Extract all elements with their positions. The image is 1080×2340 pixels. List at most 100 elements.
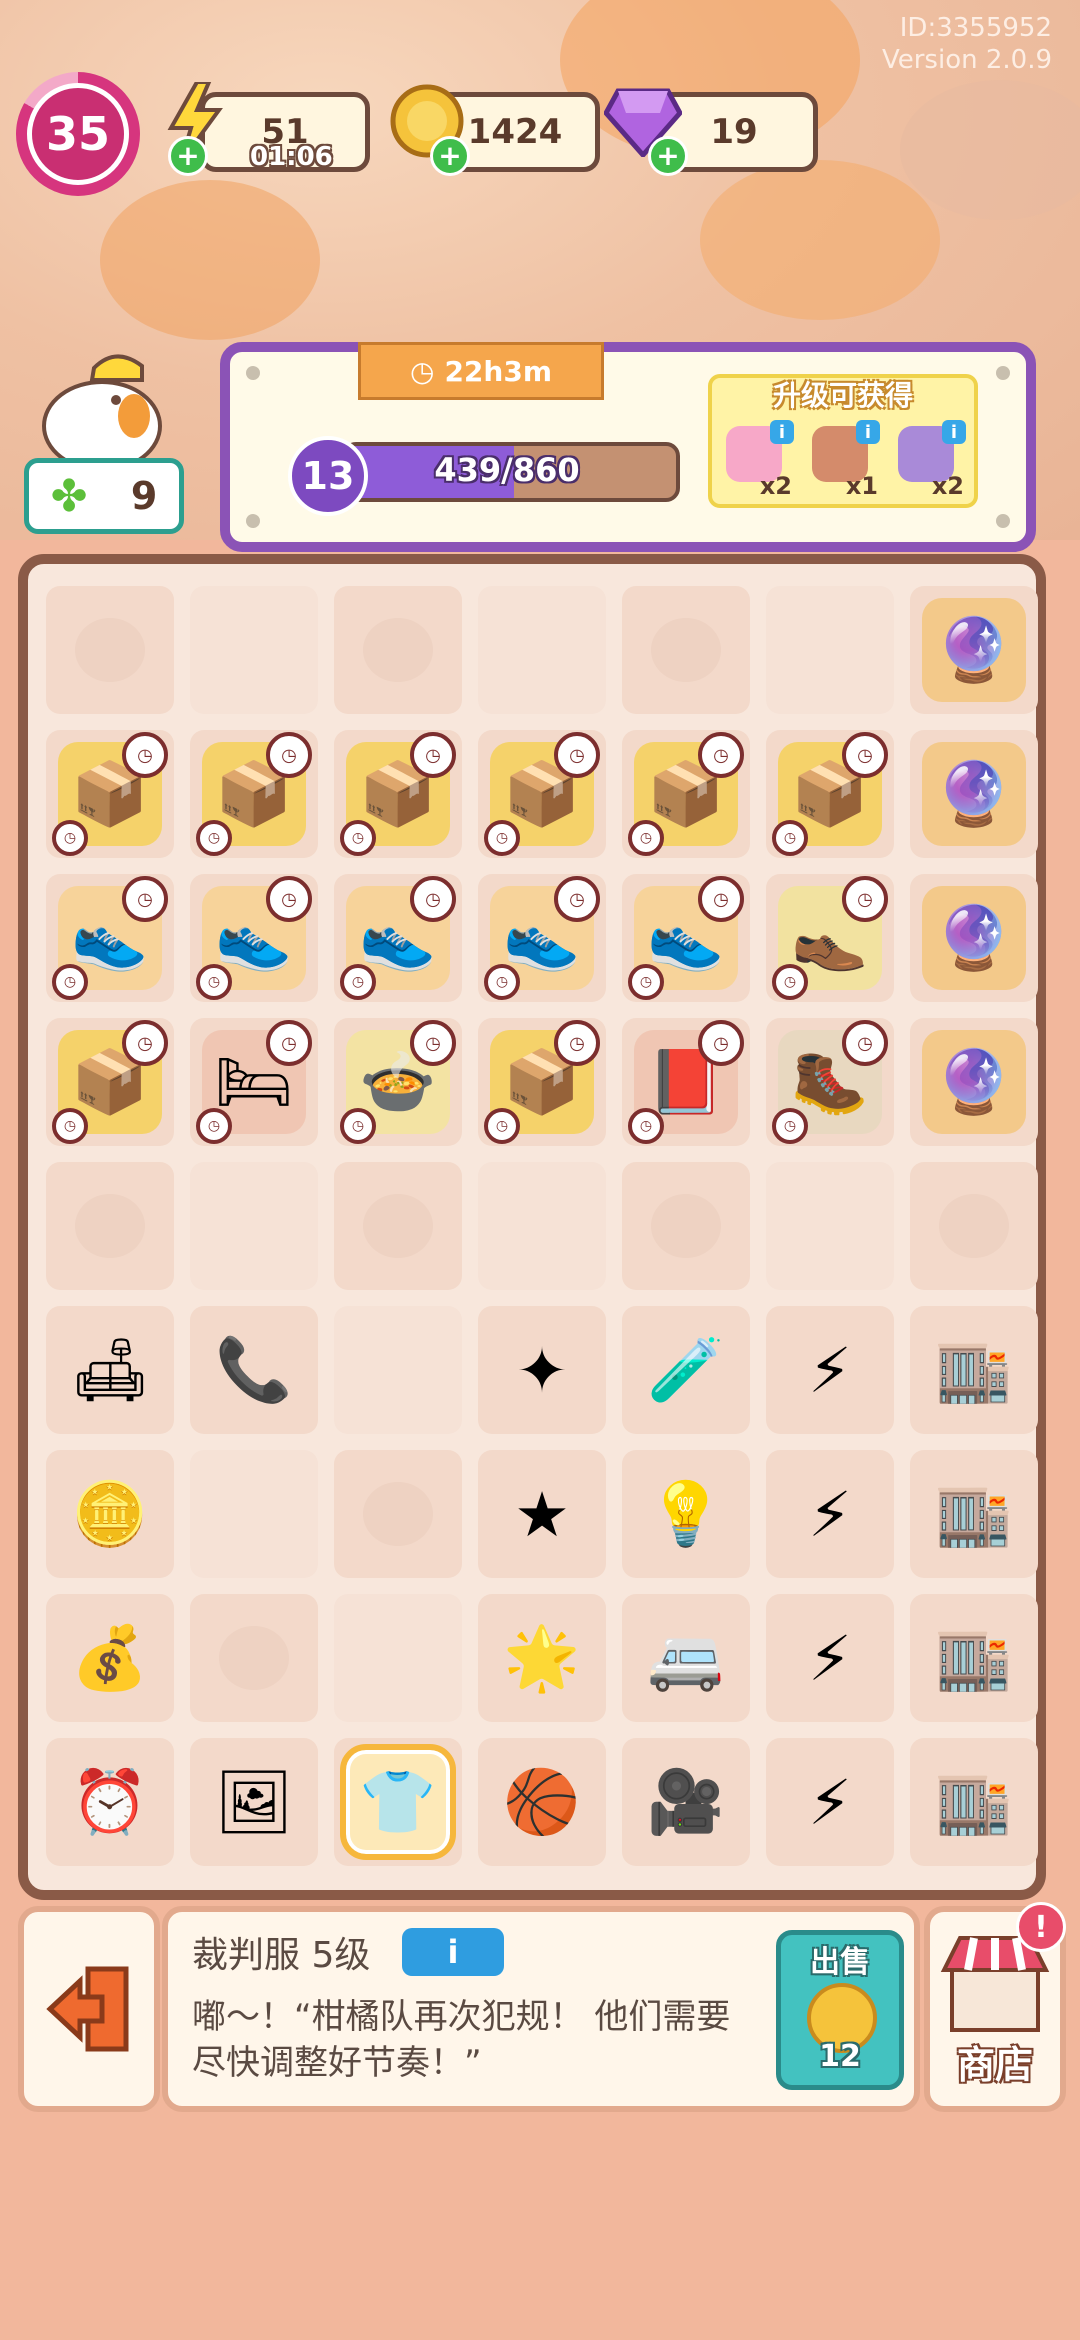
board-cell-shoebox[interactable]: 📦 ◷ ◷ [478, 730, 606, 858]
placeholder-icon [651, 618, 721, 682]
shoebox-icon: 📦 ◷ ◷ [772, 732, 888, 856]
board-cell-building[interactable]: 🏬 [910, 1450, 1038, 1578]
board-cell-digital-clock[interactable]: ⏰ [46, 1738, 174, 1866]
board-cell-shoebox[interactable]: 📦 ◷ ◷ [190, 730, 318, 858]
sneakers-icon: 👟 ◷ ◷ [628, 876, 744, 1000]
building-icon: 🏬 [922, 1606, 1026, 1710]
board-cell-energy-crystal[interactable]: ⚡ [766, 1594, 894, 1722]
exit-button[interactable] [18, 1906, 160, 2112]
board-cell-energy-crystal[interactable]: ⚡ [766, 1306, 894, 1434]
small-clock-icon: ◷ [484, 820, 520, 856]
xp-progress-text: 439/860 [434, 451, 580, 489]
sell-button[interactable]: 出售 12 [776, 1930, 904, 2090]
timer-clock-icon: ◷ [554, 876, 600, 922]
board-cell-worn-sneaker[interactable]: 👞 ◷ ◷ [766, 874, 894, 1002]
shop-button[interactable]: 商店 ! [924, 1902, 1066, 2112]
board-cell-energy-crystal[interactable]: ⚡ [766, 1450, 894, 1578]
glass-dome-generator-icon: 🔮 [922, 886, 1026, 990]
board-cell-building[interactable]: 🏬 [910, 1306, 1038, 1434]
board-cell-shoebox[interactable]: 📦 ◷ ◷ [478, 1018, 606, 1146]
small-star-icon: ✦ [490, 1318, 594, 1422]
board-cell-shoebox[interactable]: 📦 ◷ ◷ [46, 730, 174, 858]
player-avatar[interactable] [30, 340, 170, 472]
gem-value: 19 [710, 112, 758, 152]
timer-clock-icon: ◷ [122, 732, 168, 778]
board-cell-basketball[interactable]: 🏀 [478, 1738, 606, 1866]
video-camera-icon: 🎥 [634, 1750, 738, 1854]
exit-icon [46, 1966, 129, 2052]
coin-pile-icon: 💰 [58, 1606, 162, 1710]
add-energy-button[interactable]: + [168, 136, 208, 176]
board-cell-empty [46, 1162, 174, 1290]
board-cell-sneakers[interactable]: 👟 ◷ ◷ [478, 874, 606, 1002]
board-cell-glass-dome-generator[interactable]: 🔮 [910, 874, 1038, 1002]
event-timer: 22h3m [444, 354, 552, 388]
level-progress-panel: ◷ 22h3m 439/860 13 升级可获得 i x2 i x1 i x2 [220, 342, 1036, 552]
board-cell-small-star[interactable]: ✦ [478, 1306, 606, 1434]
board-cell-energy-crystal[interactable]: ⚡ [766, 1738, 894, 1866]
board-cell-armchair[interactable]: 🛋 [46, 1306, 174, 1434]
board-cell-sneakers[interactable]: 👟 ◷ ◷ [622, 874, 750, 1002]
merge-board: 🔮 📦 ◷ ◷ 📦 ◷ ◷ 📦 ◷ ◷ 📦 ◷ ◷ 📦 ◷ ◷ 📦 ◷ ◷ 🔮 👟 ◷ ◷ 👟 ◷ ◷ 👟 ◷ ◷ 👟 ◷ ◷ 👟 ◷ ◷ 👞 ◷ ◷ 🔮 📦… [18, 554, 1046, 1900]
board-cell-referee-shirt[interactable]: 👕 [334, 1738, 462, 1866]
placeholder-icon [75, 618, 145, 682]
board-cell-sneakers[interactable]: 👟 ◷ ◷ [190, 874, 318, 1002]
board-cell-building[interactable]: 🏬 [910, 1738, 1038, 1866]
timer-clock-icon: ◷ [698, 876, 744, 922]
board-cell-glass-dome-generator[interactable]: 🔮 [910, 1018, 1038, 1146]
board-cell-building[interactable]: 🏬 [910, 1594, 1038, 1722]
player-id: ID:3355952 [899, 13, 1052, 43]
board-cell-shoebox[interactable]: 📦 ◷ ◷ [46, 1018, 174, 1146]
level-number: 35 [27, 83, 129, 185]
board-cell-light-bulb[interactable]: 💡 [622, 1450, 750, 1578]
sell-value: 12 [819, 2039, 861, 2074]
board-cell-glass-dome-generator[interactable]: 🔮 [910, 730, 1038, 858]
sneakers-icon: 👟 ◷ ◷ [196, 876, 312, 1000]
reward-character[interactable]: i x2 [892, 420, 966, 500]
board-cell-big-star[interactable]: 🌟 [478, 1594, 606, 1722]
board-cell-glass-dome-generator[interactable]: 🔮 [910, 586, 1038, 714]
timer-clock-icon: ◷ [122, 1020, 168, 1066]
board-cell-potion-bottle[interactable]: 🧪 [622, 1306, 750, 1434]
version-label: Version 2.0.9 [881, 45, 1052, 75]
placeholder-icon [75, 1194, 145, 1258]
worn-sneaker-icon: 👞 ◷ ◷ [772, 876, 888, 1000]
board-cell-shoebox[interactable]: 📦 ◷ ◷ [334, 730, 462, 858]
info-icon[interactable]: i [856, 420, 880, 444]
add-coins-button[interactable]: + [430, 136, 470, 176]
board-cell-red-book[interactable]: 📕 ◷ ◷ [622, 1018, 750, 1146]
basketball-icon: 🏀 [490, 1750, 594, 1854]
small-clock-icon: ◷ [340, 1108, 376, 1144]
info-icon[interactable]: i [770, 420, 794, 444]
board-cell-bed[interactable]: 🛏 ◷ ◷ [190, 1018, 318, 1146]
board-cell-coin-pile[interactable]: 💰 [46, 1594, 174, 1722]
timer-clock-icon: ◷ [698, 732, 744, 778]
board-cell-star[interactable]: ★ [478, 1450, 606, 1578]
small-clock-icon: ◷ [484, 964, 520, 1000]
info-icon[interactable]: i [942, 420, 966, 444]
food-plate-icon: 🍲 ◷ ◷ [340, 1020, 456, 1144]
small-clock-icon: ◷ [196, 964, 232, 1000]
board-cell-shoebox[interactable]: 📦 ◷ ◷ [766, 730, 894, 858]
player-level-badge[interactable]: 35 [16, 72, 140, 196]
board-cell-empty [334, 1306, 462, 1434]
add-gems-button[interactable]: + [648, 136, 688, 176]
item-description: 嘟～！“柑橘队再次犯规！ 他们需要尽快调整好节奏！” [192, 1997, 731, 2083]
board-cell-sneakers[interactable]: 👟 ◷ ◷ [46, 874, 174, 1002]
board-cell-video-camera[interactable]: 🎥 [622, 1738, 750, 1866]
board-cell-empty [622, 1162, 750, 1290]
board-cell-easel[interactable]: 🖼 [190, 1738, 318, 1866]
board-cell-coin-stack[interactable]: 🪙 [46, 1450, 174, 1578]
reward-brain[interactable]: i x2 [720, 420, 794, 500]
board-cell-food-plate[interactable]: 🍲 ◷ ◷ [334, 1018, 462, 1146]
level-up-rewards[interactable]: 升级可获得 i x2 i x1 i x2 [708, 374, 978, 508]
board-cell-shoebox[interactable]: 📦 ◷ ◷ [622, 730, 750, 858]
board-cell-van[interactable]: 🚐 [622, 1594, 750, 1722]
board-cell-telephone[interactable]: 📞 [190, 1306, 318, 1434]
reward-card[interactable]: i x1 [806, 420, 880, 500]
board-cell-empty [334, 586, 462, 714]
item-info-button[interactable]: i [402, 1928, 504, 1976]
board-cell-sneakers[interactable]: 👟 ◷ ◷ [334, 874, 462, 1002]
clover-counter[interactable]: ✤ 9 [24, 458, 184, 534]
board-cell-old-sneaker[interactable]: 🥾 ◷ ◷ [766, 1018, 894, 1146]
